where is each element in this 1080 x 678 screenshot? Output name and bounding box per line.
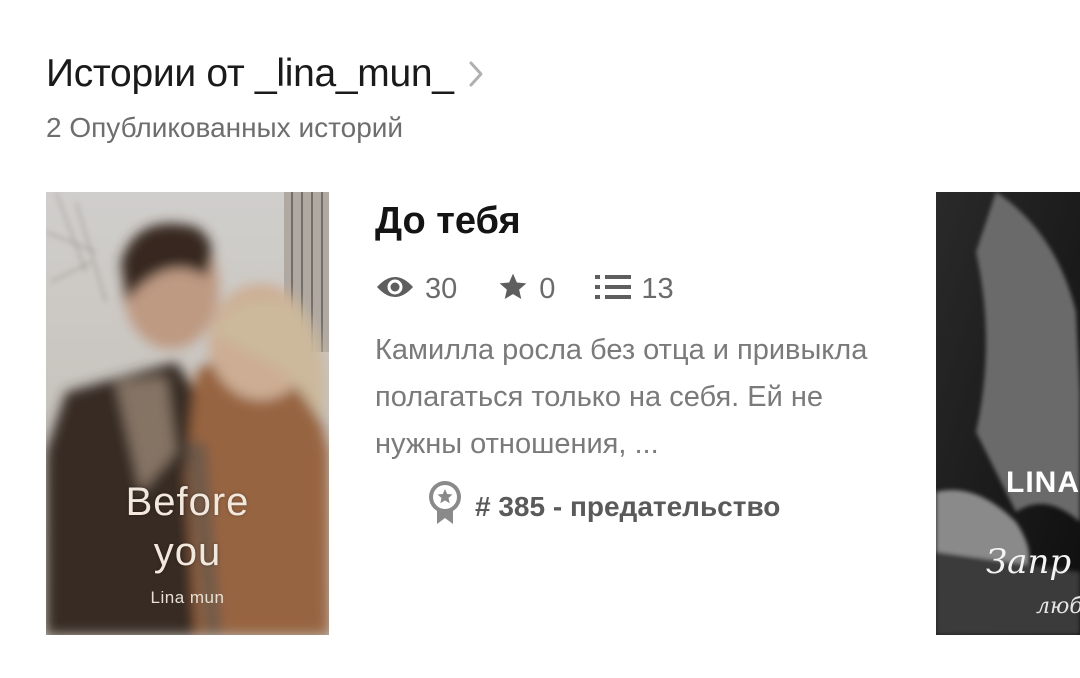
- story-title[interactable]: До тебя: [375, 200, 895, 243]
- parts-count: 13: [641, 272, 674, 305]
- section-title: Истории от _lina_mun_: [46, 52, 454, 95]
- list-icon: [595, 273, 632, 306]
- parts-stat: 13: [595, 272, 674, 306]
- ranking-text: # 385 - предательство: [475, 490, 781, 522]
- cover-title-line1: Before: [125, 480, 250, 524]
- views-count: 30: [425, 272, 458, 305]
- next-cover-subtitle: люб: [1036, 594, 1080, 619]
- votes-count: 0: [539, 272, 556, 305]
- views-stat: 30: [375, 273, 457, 306]
- cover-title-line2: you: [153, 530, 222, 574]
- chevron-right-icon: [468, 60, 484, 93]
- section-header: Истории от _lina_mun_ 2 Опубликованных и…: [46, 52, 484, 144]
- profile-stories-section: Истории от _lina_mun_ 2 Опубликованных и…: [0, 0, 1080, 678]
- cover-author: Lina mun: [150, 588, 225, 607]
- eye-icon: [375, 273, 415, 306]
- story-info: До тебя 30 0 13 Камилла росла без отца и…: [375, 200, 895, 533]
- next-story-cover[interactable]: LINA Запр люб: [936, 192, 1080, 635]
- next-cover-title: Запр: [986, 542, 1072, 582]
- award-badge-icon: [427, 480, 463, 533]
- story-cover[interactable]: Before you Lina mun: [46, 192, 329, 635]
- story-description: Камилла росла без отца и привыкла полага…: [375, 334, 868, 460]
- section-title-link[interactable]: Истории от _lina_mun_: [46, 52, 484, 96]
- star-icon: [497, 271, 529, 308]
- section-subtitle: 2 Опубликованных историй: [46, 112, 404, 143]
- story-stats: 30 0 13: [375, 269, 895, 309]
- votes-stat: 0: [497, 271, 555, 308]
- ranking-tag[interactable]: # 385 - предательство: [427, 480, 895, 533]
- next-cover-author: LINA: [1006, 466, 1080, 499]
